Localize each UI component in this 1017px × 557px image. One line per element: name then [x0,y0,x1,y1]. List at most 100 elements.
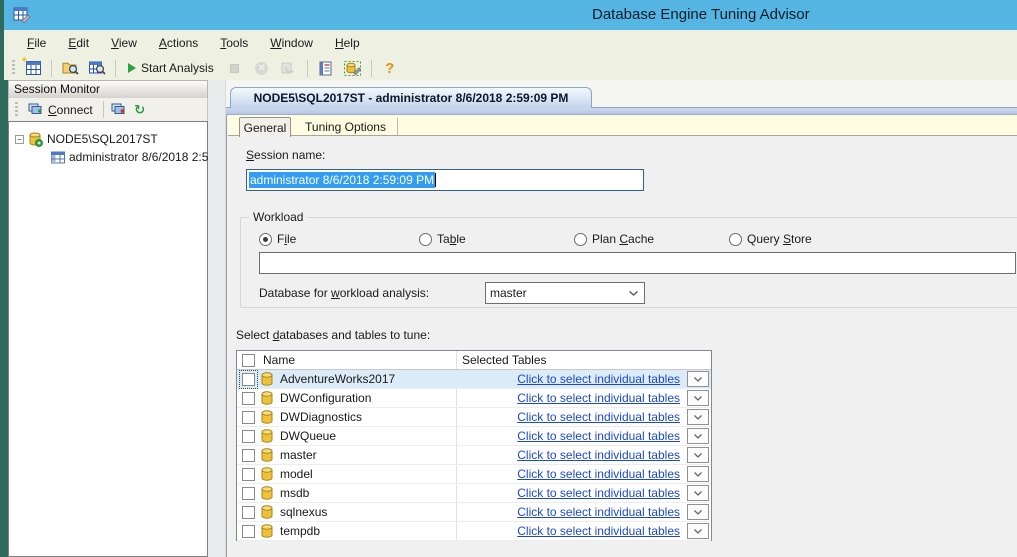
radio-table[interactable]: Table [419,232,466,246]
database-name: sqlnexus [280,505,327,519]
table-row[interactable]: sqlnexus Click to select individual tabl… [237,503,711,522]
radio-plan-cache[interactable]: Plan Cache [574,232,654,246]
workload-file-input[interactable] [259,252,1016,274]
table-row[interactable]: master Click to select individual tables [237,446,711,465]
table-row[interactable]: DWQueue Click to select individual table… [237,427,711,446]
toolbar-grip[interactable] [15,102,18,118]
row-checkbox[interactable] [242,392,255,405]
tree-session-label: administrator 8/6/2018 2:59: [69,150,218,164]
view-workload-table-icon[interactable] [85,58,109,78]
table-row[interactable]: msdb Click to select individual tables [237,484,711,503]
select-tables-link[interactable]: Click to select individual tables [517,467,680,481]
row-checkbox[interactable] [242,487,255,500]
radio-query-store-icon [729,233,742,246]
connect-button[interactable]: Connect [24,102,97,118]
open-workload-file-icon[interactable] [58,58,82,78]
menu-window[interactable]: Window [259,32,324,54]
tab-tuning-options[interactable]: Tuning Options [294,118,398,135]
radio-plan-cache-label: Plan Cache [592,232,654,246]
start-analysis-icon [128,63,136,73]
cancel-icon[interactable]: ✕ [250,58,274,78]
session-monitor-toolbar: Connect ↻ [8,98,208,121]
help-icon[interactable]: ? [378,58,402,78]
row-checkbox[interactable] [242,525,255,538]
select-tables-link[interactable]: Click to select individual tables [517,524,680,538]
select-tables-link[interactable]: Click to select individual tables [517,391,680,405]
row-checkbox[interactable] [242,468,255,481]
chevron-down-icon [694,396,702,401]
session-document-tab-label: NODE5\SQL2017ST - administrator 8/6/2018… [254,91,569,105]
row-checkbox[interactable] [242,411,255,424]
document-tab-band [226,107,1017,115]
table-row[interactable]: AdventureWorks2017 Click to select indiv… [237,370,711,389]
start-analysis-button[interactable]: Start Analysis [122,58,220,78]
table-row[interactable]: DWConfiguration Click to select individu… [237,389,711,408]
toolbar-grip[interactable] [12,60,15,76]
tree-node-server[interactable]: − NODE5\SQL2017ST [15,131,158,147]
tables-dropdown-button[interactable] [687,447,709,463]
session-icon [51,151,65,164]
toolbar-separator [51,60,52,77]
row-checkbox[interactable] [242,449,255,462]
tables-dropdown-button[interactable] [687,371,709,387]
menu-help[interactable]: Help [324,32,371,54]
menu-actions[interactable]: Actions [148,32,209,54]
select-databases-label: Select databases and tables to tune: [236,328,430,342]
panel-splitter[interactable] [208,80,226,557]
database-name: tempdb [280,524,320,538]
tables-dropdown-button[interactable] [687,504,709,520]
row-checkbox[interactable] [242,430,255,443]
collapse-icon[interactable]: − [15,135,24,144]
session-tree: − NODE5\SQL2017ST administrator 8/6 [8,121,208,557]
table-header-row: Name Selected Tables [237,351,711,370]
new-session-icon[interactable]: ✦ [21,58,45,78]
select-all-checkbox[interactable] [242,354,255,367]
select-tables-link[interactable]: Click to select individual tables [517,448,680,462]
tables-dropdown-button[interactable] [687,428,709,444]
tuning-advisor-app-icon [13,6,31,24]
radio-query-store[interactable]: Query Store [729,232,812,246]
menu-view[interactable]: View [100,32,148,54]
tab-general-label: General [244,121,287,135]
tables-dropdown-button[interactable] [687,523,709,539]
workload-group-label: Workload [249,210,307,224]
table-row[interactable]: DWDiagnostics Click to select individual… [237,408,711,427]
stop-analysis-icon[interactable] [223,58,247,78]
title-bar[interactable]: Database Engine Tuning Advisor [4,0,1017,30]
select-tables-link[interactable]: Click to select individual tables [517,429,680,443]
tab-general[interactable]: General [239,117,291,137]
disconnect-icon[interactable] [110,100,128,120]
tables-dropdown-button[interactable] [687,390,709,406]
workload-groupbox: Workload File Table Plan Cache Query Sto… [240,217,1017,308]
menu-edit[interactable]: Edit [57,32,100,54]
database-analysis-label: Database for workload analysis: [259,286,429,300]
tables-dropdown-button[interactable] [687,485,709,501]
database-icon [261,524,273,538]
row-checkbox[interactable] [242,373,255,386]
select-tables-link[interactable]: Click to select individual tables [517,410,680,424]
table-row[interactable]: tempdb Click to select individual tables [237,522,711,541]
sparkle-icon: ✦ [20,55,28,66]
tables-dropdown-button[interactable] [687,466,709,482]
row-checkbox[interactable] [242,506,255,519]
tree-node-session[interactable]: administrator 8/6/2018 2:59: [51,150,218,164]
preview-workload-icon[interactable] [314,58,338,78]
menu-tools[interactable]: Tools [209,32,259,54]
session-document-tab[interactable]: NODE5\SQL2017ST - administrator 8/6/2018… [230,87,592,108]
tables-dropdown-button[interactable] [687,409,709,425]
select-tables-link[interactable]: Click to select individual tables [517,372,680,386]
refresh-icon[interactable]: ↻ [131,100,149,120]
databases-table: Name Selected Tables AdventureWorks2017 … [236,350,712,541]
database-analysis-combo[interactable]: master [485,282,645,304]
radio-file[interactable]: File [259,232,296,246]
database-icon [261,372,273,386]
menu-file[interactable]: File [16,32,57,54]
tuning-options-icon[interactable] [341,58,365,78]
table-row[interactable]: model Click to select individual tables [237,465,711,484]
session-monitor-title: Session Monitor [8,80,208,98]
session-name-label: Session name: [246,148,325,162]
session-name-input[interactable]: administrator 8/6/2018 2:59:09 PM [246,169,644,191]
select-tables-link[interactable]: Click to select individual tables [517,486,680,500]
apply-recommendations-icon[interactable] [277,58,301,78]
select-tables-link[interactable]: Click to select individual tables [517,505,680,519]
